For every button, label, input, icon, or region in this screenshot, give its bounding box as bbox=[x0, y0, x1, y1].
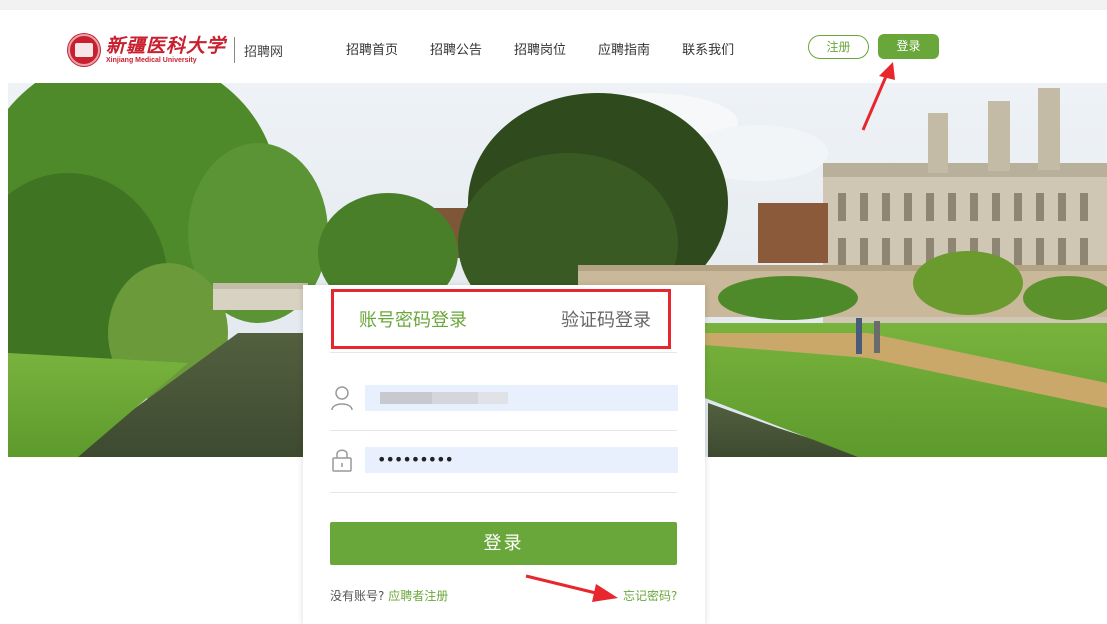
lock-icon bbox=[332, 449, 352, 472]
applicant-register-link[interactable]: 应聘者注册 bbox=[388, 589, 448, 603]
username-redacted bbox=[380, 392, 432, 404]
username-row bbox=[330, 369, 678, 431]
logo-divider bbox=[234, 37, 236, 63]
register-prompt: 没有账号? 应聘者注册 bbox=[330, 587, 448, 604]
login-card: 账号密码登录 验证码登录 ••••••••• 登录 没有账号? 应聘者注册 忘记… bbox=[303, 285, 705, 624]
main-nav: 招聘首页 招聘公告 招聘岗位 应聘指南 联系我们 bbox=[346, 39, 766, 58]
nav-item-guide[interactable]: 应聘指南 bbox=[598, 39, 650, 58]
register-button[interactable]: 注册 bbox=[808, 35, 869, 59]
login-submit-button[interactable]: 登录 bbox=[330, 522, 677, 565]
tab-code-login[interactable]: 验证码登录 bbox=[561, 306, 651, 332]
username-redacted-2 bbox=[432, 392, 478, 404]
logo-wordmark: 新疆医科大学 Xinjiang Medical University bbox=[106, 36, 226, 65]
username-redacted-3 bbox=[478, 392, 508, 404]
logo-name-en: Xinjiang Medical University bbox=[106, 56, 197, 64]
nav-item-announcements[interactable]: 招聘公告 bbox=[430, 39, 482, 58]
nav-item-contact[interactable]: 联系我们 bbox=[682, 39, 734, 58]
tab-password-login[interactable]: 账号密码登录 bbox=[359, 306, 467, 332]
login-tabs: 账号密码登录 验证码登录 bbox=[331, 289, 669, 349]
forgot-password-link[interactable]: 忘记密码? bbox=[623, 587, 677, 604]
password-row: ••••••••• bbox=[330, 431, 678, 493]
university-logo[interactable]: 新疆医科大学 Xinjiang Medical University 招聘网 bbox=[68, 33, 283, 67]
nav-item-positions[interactable]: 招聘岗位 bbox=[514, 39, 566, 58]
nav-item-home[interactable]: 招聘首页 bbox=[346, 39, 398, 58]
site-name: 招聘网 bbox=[244, 44, 284, 60]
user-icon bbox=[331, 386, 353, 411]
no-account-text: 没有账号? bbox=[330, 589, 385, 603]
tabs-divider bbox=[330, 352, 677, 353]
logo-name-cn: 新疆医科大学 bbox=[106, 34, 227, 57]
header-login-button[interactable]: 登录 bbox=[878, 34, 939, 59]
university-seal-icon bbox=[68, 34, 100, 66]
top-divider bbox=[0, 0, 1107, 10]
password-value: ••••••••• bbox=[377, 450, 454, 469]
